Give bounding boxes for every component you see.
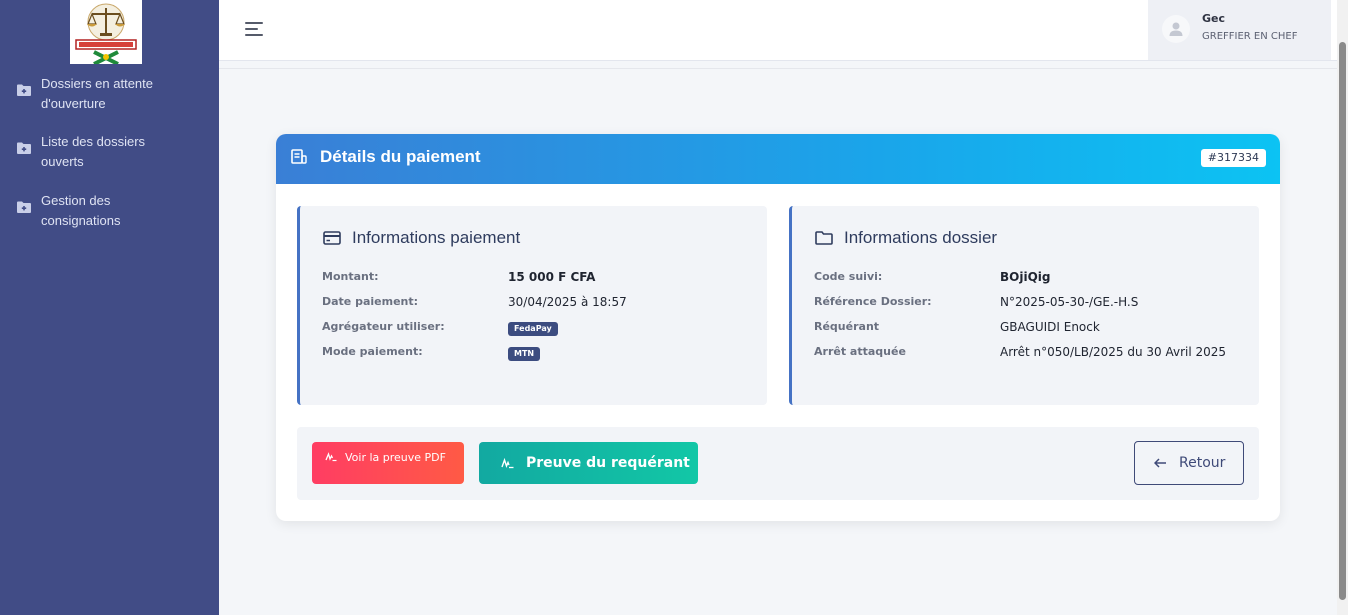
dossier-reference-value: N°2025-05-30-/GE.-H.S [1000, 295, 1139, 309]
amount-value: 15 000 F CFA [508, 270, 596, 284]
back-button[interactable]: Retour [1134, 441, 1244, 485]
sidebar-item-label: Gestion des consignations [41, 193, 121, 228]
dossier-reference-row: Référence Dossier: N°2025-05-30-/GE.-H.S [814, 295, 1254, 315]
avatar [1162, 15, 1190, 43]
sidebar-item-label: Dossiers en attente d'ouverture [41, 76, 154, 111]
sidebar: Dossiers en attente d'ouverture Liste de… [0, 0, 219, 615]
aggregator-value: FedaPay [508, 320, 558, 336]
requerant-proof-label: Preuve du requérant [526, 455, 690, 471]
card-header: Détails du paiement #317334 [276, 134, 1280, 184]
menu-toggle-icon[interactable] [245, 21, 265, 37]
user-name: Gec [1202, 12, 1226, 25]
amount-row: Montant: 15 000 F CFA [322, 270, 762, 290]
receipt-icon [291, 149, 307, 164]
requerant-row: Réquérant GBAGUIDI Enock [814, 320, 1254, 340]
requerant-proof-button[interactable]: Preuve du requérant [479, 442, 698, 484]
requerant-value: GBAGUIDI Enock [1000, 320, 1100, 334]
payment-mode-label: Mode paiement: [322, 345, 423, 358]
payment-info-panel: Informations paiement Montant: 15 000 F … [297, 206, 767, 405]
user-icon [1169, 22, 1183, 36]
aggregator-label: Agrégateur utiliser: [322, 320, 445, 333]
folder-plus-icon [17, 201, 31, 213]
payment-date-row: Date paiement: 30/04/2025 à 18:57 [322, 295, 762, 315]
tracking-code-label: Code suivi: [814, 270, 883, 283]
folder-plus-icon [17, 142, 31, 154]
credit-card-icon [323, 231, 341, 245]
page-title: Détails du paiement [320, 147, 481, 166]
payment-mode-row: Mode paiement: MTN [322, 345, 762, 365]
requerant-label: Réquérant [814, 320, 880, 333]
action-bar: Voir la preuve PDF Preuve du requérant R… [297, 427, 1259, 500]
sidebar-item-label: Liste des dossiers ouverts [41, 134, 146, 169]
arrow-left-icon [1154, 458, 1166, 468]
aggregator-badge: FedaPay [508, 322, 558, 336]
scrollbar-thumb[interactable] [1339, 42, 1346, 600]
dossier-reference-label: Référence Dossier: [814, 295, 932, 308]
divider [219, 68, 1337, 69]
supreme-court-logo[interactable] [70, 0, 142, 66]
dossier-info-title: Informations dossier [844, 228, 998, 247]
contested-ruling-row: Arrêt attaquée Arrêt n°050/LB/2025 du 30… [814, 345, 1254, 365]
payment-mode-value: MTN [508, 345, 541, 361]
payment-date-label: Date paiement: [322, 295, 419, 308]
payment-id-badge: #317334 [1200, 149, 1266, 167]
payment-info-title: Informations paiement [352, 228, 521, 247]
signature-icon [501, 457, 514, 468]
sidebar-item-open-dossiers[interactable]: Liste des dossiers ouverts [0, 132, 219, 172]
scrollbar[interactable] [1337, 0, 1348, 615]
folder-icon [815, 231, 833, 245]
dossier-info-panel: Informations dossier Code suivi: BOjiQig… [789, 206, 1259, 405]
user-menu[interactable]: Gec GREFFIER EN CHEF [1148, 0, 1331, 60]
sidebar-item-consignations[interactable]: Gestion des consignations [0, 191, 219, 231]
sidebar-item-pending-dossiers[interactable]: Dossiers en attente d'ouverture [0, 74, 219, 114]
signature-icon [325, 452, 337, 462]
tracking-code-row: Code suivi: BOjiQig [814, 270, 1254, 290]
view-pdf-proof-button[interactable]: Voir la preuve PDF [312, 442, 464, 484]
top-bar: Gec GREFFIER EN CHEF [219, 0, 1337, 61]
folder-plus-icon [17, 84, 31, 96]
payment-details-card: Détails du paiement #317334 Informations… [276, 134, 1280, 521]
aggregator-row: Agrégateur utiliser: FedaPay [322, 320, 762, 340]
contested-ruling-label: Arrêt attaquée [814, 345, 906, 358]
view-pdf-proof-label: Voir la preuve PDF [345, 450, 446, 464]
payment-date-value: 30/04/2025 à 18:57 [508, 295, 627, 309]
user-role: GREFFIER EN CHEF [1202, 31, 1298, 42]
amount-label: Montant: [322, 270, 379, 283]
tracking-code-value: BOjiQig [1000, 270, 1051, 284]
contested-ruling-value: Arrêt n°050/LB/2025 du 30 Avril 2025 [1000, 345, 1227, 359]
back-label: Retour [1179, 455, 1226, 471]
payment-mode-badge: MTN [508, 347, 541, 361]
